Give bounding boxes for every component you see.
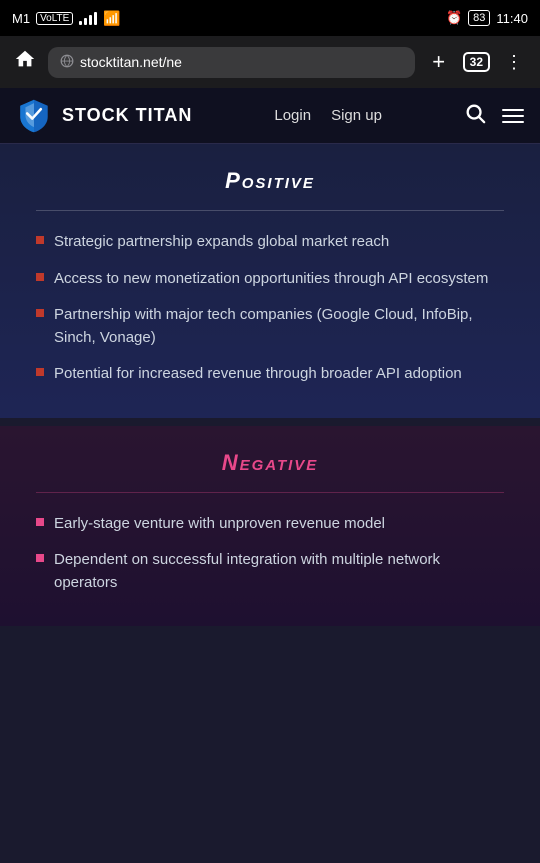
carrier-label: M1 — [12, 11, 30, 26]
url-bar[interactable]: stocktitan.net/ne — [48, 47, 415, 78]
list-item: Access to new monetization opportunities… — [36, 268, 504, 291]
signal-bars — [79, 11, 97, 25]
list-item: Potential for increased revenue through … — [36, 363, 504, 386]
wifi-icon: 📶 — [103, 10, 120, 27]
logo-text: STOCK TITAN — [62, 105, 192, 126]
list-item: Strategic partnership expands global mar… — [36, 231, 504, 254]
alarm-icon: ⏰ — [446, 10, 462, 26]
volte-badge: VoLTE — [36, 12, 73, 25]
bullet-icon — [36, 554, 44, 562]
positive-list: Strategic partnership expands global mar… — [36, 231, 504, 386]
negative-list: Early-stage venture with unproven revenu… — [36, 513, 504, 595]
negative-section: Negative Early-stage venture with unprov… — [0, 426, 540, 627]
positive-header: Positive — [36, 168, 504, 194]
bullet-icon — [36, 368, 44, 376]
nav-icons — [464, 102, 524, 130]
login-link[interactable]: Login — [274, 107, 311, 124]
battery-level: 83 — [468, 10, 490, 26]
home-button[interactable] — [10, 48, 40, 76]
bullet-icon — [36, 309, 44, 317]
status-left: M1 VoLTE 📶 — [12, 10, 121, 27]
bullet-icon — [36, 518, 44, 526]
list-item: Partnership with major tech companies (G… — [36, 304, 504, 349]
logo-shield-icon — [16, 98, 52, 134]
positive-item-3: Partnership with major tech companies (G… — [54, 304, 504, 349]
hamburger-menu-button[interactable] — [502, 109, 524, 123]
search-button[interactable] — [464, 102, 486, 130]
list-item: Dependent on successful integration with… — [36, 549, 504, 594]
signup-link[interactable]: Sign up — [331, 107, 382, 124]
status-right: ⏰ 83 11:40 — [446, 10, 528, 26]
negative-divider — [36, 492, 504, 493]
negative-item-2: Dependent on successful integration with… — [54, 549, 504, 594]
nav-bar: STOCK TITAN Login Sign up — [0, 88, 540, 144]
main-content: Positive Strategic partnership expands g… — [0, 144, 540, 626]
negative-header: Negative — [36, 450, 504, 476]
add-tab-button[interactable]: + — [423, 49, 455, 75]
status-bar: M1 VoLTE 📶 ⏰ 83 11:40 — [0, 0, 540, 36]
logo-area: STOCK TITAN — [16, 98, 192, 134]
bullet-icon — [36, 236, 44, 244]
bullet-icon — [36, 273, 44, 281]
time-label: 11:40 — [496, 11, 528, 26]
positive-section: Positive Strategic partnership expands g… — [0, 144, 540, 418]
battery-container: 83 — [468, 10, 490, 26]
negative-item-1: Early-stage venture with unproven revenu… — [54, 513, 385, 536]
site-info-icon — [60, 54, 74, 71]
positive-title: Positive — [225, 168, 315, 193]
positive-divider — [36, 210, 504, 211]
browser-bar: stocktitan.net/ne + 32 ⋮ — [0, 36, 540, 88]
list-item: Early-stage venture with unproven revenu… — [36, 513, 504, 536]
nav-links: Login Sign up — [274, 107, 382, 124]
positive-item-4: Potential for increased revenue through … — [54, 363, 462, 386]
negative-title: Negative — [222, 450, 319, 475]
url-text: stocktitan.net/ne — [80, 54, 403, 70]
positive-item-1: Strategic partnership expands global mar… — [54, 231, 389, 254]
more-menu-button[interactable]: ⋮ — [498, 52, 530, 73]
positive-item-2: Access to new monetization opportunities… — [54, 268, 488, 291]
tabs-button[interactable]: 32 — [463, 52, 490, 72]
